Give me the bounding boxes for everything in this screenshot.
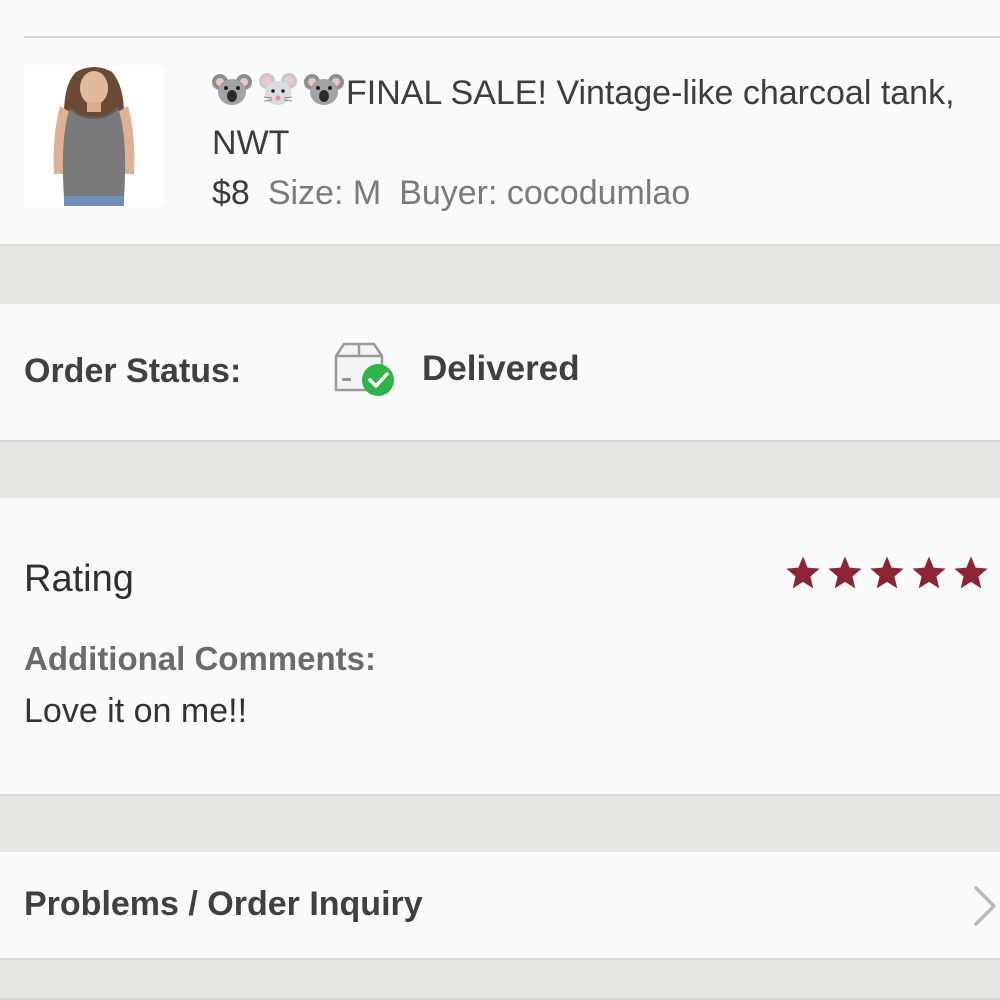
item-meta: $8 Size: M Buyer: cocodumlao: [212, 168, 690, 218]
koala-icon: [304, 74, 344, 105]
package-delivered-icon: [332, 340, 402, 400]
section-spacer: [0, 440, 1000, 500]
rating-section: Rating Additional Comments: Love it on m…: [0, 498, 1000, 796]
item-buyer[interactable]: Buyer: cocodumlao: [399, 174, 690, 212]
section-spacer: [0, 794, 1000, 854]
section-spacer: [0, 958, 1000, 1000]
mouse-face-icon: [259, 73, 297, 105]
order-item-card[interactable]: FINAL SALE! Vintage-like charcoal tank, …: [0, 38, 1000, 246]
order-status-value: Delivered: [422, 349, 580, 388]
star-icon: [912, 556, 946, 589]
item-title[interactable]: FINAL SALE! Vintage-like charcoal tank, …: [212, 68, 972, 168]
comments-label: Additional Comments:: [24, 640, 376, 677]
order-status-label: Order Status:: [24, 352, 242, 390]
item-price: $8: [212, 174, 250, 212]
order-status-row: Order Status: Delivered: [0, 304, 1000, 442]
rating-stars: [784, 554, 990, 592]
rating-label: Rating: [24, 558, 134, 600]
top-strip: [0, 0, 1000, 38]
comments-text: Love it on me!!: [24, 692, 248, 730]
section-spacer: [0, 244, 1000, 306]
item-thumbnail[interactable]: [24, 66, 164, 206]
title-emojis: [212, 70, 344, 110]
star-icon: [828, 556, 862, 589]
star-icon: [954, 556, 988, 589]
koala-icon: [212, 74, 252, 105]
chevron-right-icon: [974, 886, 996, 926]
star-icon: [870, 556, 904, 589]
order-inquiry-label: Problems / Order Inquiry: [24, 885, 423, 923]
tank-top-photo-icon: [24, 66, 164, 206]
star-icon: [786, 556, 820, 589]
order-inquiry-row[interactable]: Problems / Order Inquiry: [0, 852, 1000, 960]
item-size: Size: M: [267, 174, 382, 212]
